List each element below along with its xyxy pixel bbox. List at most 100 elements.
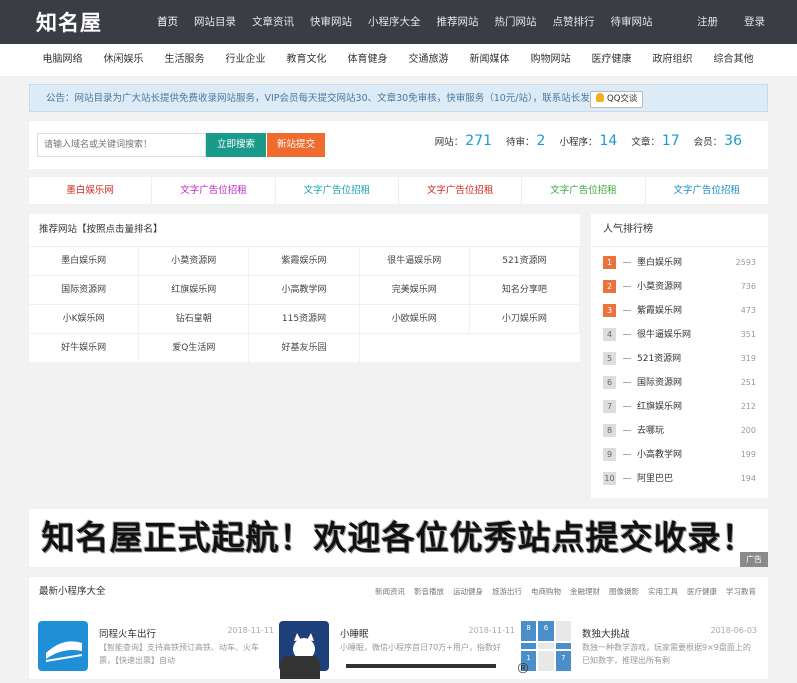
register-link[interactable]: 注册 [697, 0, 718, 44]
sudoku-cell [521, 643, 537, 649]
mini-tab[interactable]: 实用工具 [648, 577, 678, 607]
recommended-site-link[interactable]: 521资源网 [469, 247, 580, 276]
ranking-item[interactable]: 10 阿里巴巴 194 [591, 467, 768, 491]
category-item[interactable]: 休闲娱乐 [93, 44, 154, 76]
stat-articles: 文章： 17 [631, 133, 680, 149]
text-ad-link[interactable]: 墨白娱乐网 [29, 177, 153, 204]
category-item[interactable]: 生活服务 [154, 44, 215, 76]
text-ad-link[interactable]: 文字广告位招租 [276, 177, 399, 204]
mini-tab[interactable]: 电商购物 [531, 577, 561, 607]
mini-tab[interactable]: 运动健身 [453, 577, 483, 607]
text-ad-link[interactable]: 文字广告位招租 [152, 177, 276, 204]
dash-icon [623, 406, 631, 407]
recommended-site-link[interactable]: 墨白娱乐网 [29, 247, 140, 276]
rank-site-name[interactable]: 国际资源网 [637, 371, 682, 395]
rank-site-name[interactable]: 去哪玩 [637, 419, 664, 443]
recommended-site-link[interactable]: 国际资源网 [29, 276, 140, 305]
launch-banner-ad[interactable]: 知名屋正式起航！欢迎各位优秀站点提交收录！ 广告 [29, 509, 768, 567]
mini-tab[interactable]: 旅游出行 [492, 577, 522, 607]
ranking-item[interactable]: 3 紫霞娱乐网 473 [591, 299, 768, 323]
rank-site-name[interactable]: 墨白娱乐网 [637, 251, 682, 275]
rank-site-name[interactable]: 很牛逼娱乐网 [637, 323, 691, 347]
recommended-site-link[interactable]: 紫霞娱乐网 [249, 247, 360, 276]
recommended-site-link[interactable]: 钻石皇朝 [139, 305, 250, 334]
site-logo[interactable]: 知名屋 [36, 7, 102, 37]
category-item[interactable]: 体育健身 [337, 44, 398, 76]
category-item[interactable]: 综合其他 [703, 44, 764, 76]
auth-links: 注册 登录 [671, 0, 765, 44]
category-item[interactable]: 医疗健康 [581, 44, 642, 76]
ranking-item[interactable]: 6 国际资源网 251 [591, 371, 768, 395]
nav-item-home[interactable]: 首页 [150, 0, 185, 44]
qq-chat-button[interactable]: QQ交谈 [590, 91, 644, 108]
ranking-item[interactable]: 8 去哪玩 200 [591, 419, 768, 443]
recommended-site-link[interactable]: 小高教学网 [249, 276, 360, 305]
recommended-site-link[interactable]: 小莫资源网 [139, 247, 250, 276]
ranking-title: 人气排行榜 [591, 214, 768, 247]
category-bar: 电脑网络 休闲娱乐 生活服务 行业企业 教育文化 体育健身 交通旅游 新闻媒体 … [0, 44, 797, 76]
nav-item-pending[interactable]: 待审网站 [604, 0, 660, 44]
rank-number: 1 [603, 256, 616, 269]
ranking-item[interactable]: 1 墨白娱乐网 2593 [591, 251, 768, 275]
recommended-site-link[interactable]: 完美娱乐网 [359, 276, 470, 305]
rank-site-name[interactable]: 小高教学网 [637, 443, 682, 467]
mini-tab[interactable]: 医疗健康 [687, 577, 717, 607]
nav-item-fast-review[interactable]: 快审网站 [303, 0, 359, 44]
sudoku-cell [538, 643, 554, 649]
nav-item-popular[interactable]: 热门网站 [488, 0, 544, 44]
mini-tab[interactable]: 新闻资讯 [375, 577, 405, 607]
mini-program-card[interactable]: 8 6 1 7 数独大挑战 2018-06-03 数独一种数学游戏，玩家需要根据… [521, 621, 761, 681]
ranking-item[interactable]: 9 小高教学网 199 [591, 443, 768, 467]
site-stats: 网站： 271 待审： 2 小程序： 14 文章： 17 会员： 36 [421, 133, 742, 157]
category-item[interactable]: 行业企业 [215, 44, 276, 76]
nav-item-mini-programs[interactable]: 小程序大全 [361, 0, 428, 44]
ranking-item[interactable]: 7 红旗娱乐网 212 [591, 395, 768, 419]
rank-site-name[interactable]: 紫霞娱乐网 [637, 299, 682, 323]
category-item[interactable]: 政府组织 [642, 44, 703, 76]
mini-tab[interactable]: 金融理财 [570, 577, 600, 607]
rank-count: 2593 [735, 258, 756, 267]
category-item[interactable]: 购物网站 [520, 44, 581, 76]
mini-program-name[interactable]: 同程火车出行 [99, 626, 156, 640]
mini-program-name[interactable]: 数独大挑战 [582, 626, 630, 640]
mini-tab[interactable]: 学习教育 [726, 577, 756, 607]
rank-site-name[interactable]: 521资源网 [637, 347, 681, 371]
recommended-site-link[interactable]: 红旗娱乐网 [139, 276, 250, 305]
ranking-item[interactable]: 4 很牛逼娱乐网 351 [591, 323, 768, 347]
mini-tab[interactable]: 影音播放 [414, 577, 444, 607]
mini-program-name[interactable]: 小睡眠 [340, 626, 369, 640]
recommended-site-link[interactable]: 小刀娱乐网 [469, 305, 580, 334]
recommended-site-link[interactable]: 好基友乐园 [249, 334, 360, 363]
login-link[interactable]: 登录 [744, 0, 765, 44]
text-ad-link[interactable]: 文字广告位招租 [646, 177, 768, 204]
recommended-site-link[interactable]: 小K娱乐网 [29, 305, 140, 334]
category-item[interactable]: 教育文化 [276, 44, 337, 76]
submit-site-button[interactable]: 新站提交 [267, 133, 325, 157]
mini-tab[interactable]: 图像摄影 [609, 577, 639, 607]
nav-item-articles[interactable]: 文章资讯 [245, 0, 301, 44]
category-item[interactable]: 交通旅游 [398, 44, 459, 76]
category-item[interactable]: 新闻媒体 [459, 44, 520, 76]
sudoku-cell: 8 [521, 621, 537, 642]
ranking-item[interactable]: 5 521资源网 319 [591, 347, 768, 371]
recommended-site-link[interactable]: 115资源网 [249, 305, 360, 334]
rank-site-name[interactable]: 阿里巴巴 [637, 467, 673, 491]
text-ad-link[interactable]: 文字广告位招租 [522, 177, 646, 204]
nav-item-like-ranking[interactable]: 点赞排行 [546, 0, 602, 44]
ranking-item[interactable]: 2 小莫资源网 736 [591, 275, 768, 299]
recommended-site-link[interactable]: 小欧娱乐网 [359, 305, 470, 334]
search-input[interactable] [37, 133, 206, 157]
recommended-site-link[interactable]: 爱Q生活网 [139, 334, 250, 363]
rank-site-name[interactable]: 小莫资源网 [637, 275, 682, 299]
category-item[interactable]: 电脑网络 [32, 44, 93, 76]
recommended-site-link[interactable]: 好牛娱乐网 [29, 334, 140, 363]
search-button[interactable]: 立即搜索 [206, 133, 266, 157]
nav-item-recommended[interactable]: 推荐网站 [430, 0, 486, 44]
rank-site-name[interactable]: 红旗娱乐网 [637, 395, 682, 419]
text-ad-link[interactable]: 文字广告位招租 [399, 177, 523, 204]
nav-item-directory[interactable]: 网站目录 [187, 0, 243, 44]
rank-number: 4 [603, 328, 616, 341]
recommended-site-link[interactable]: 知名分享吧 [469, 276, 580, 305]
mini-program-card[interactable]: 同程火车出行 2018-11-11 【智能查询】支持高铁预订高铁、动车、火车票，… [38, 621, 278, 681]
recommended-site-link[interactable]: 很牛逼娱乐网 [359, 247, 470, 276]
